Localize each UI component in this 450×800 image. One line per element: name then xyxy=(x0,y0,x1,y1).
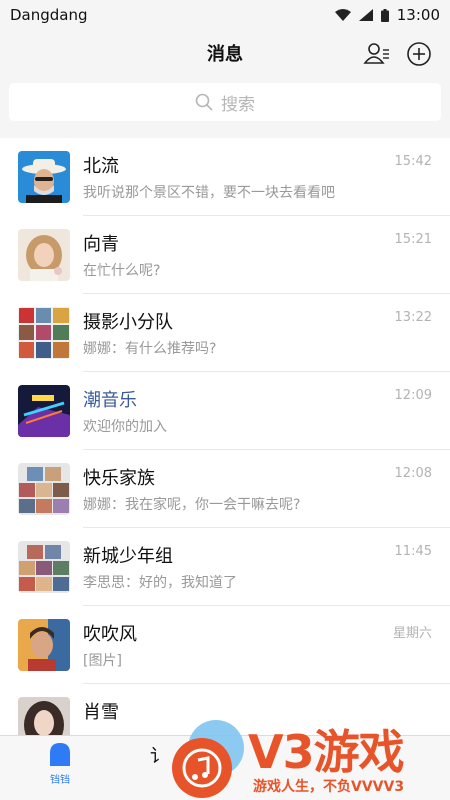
group-avatar xyxy=(18,463,70,515)
status-bar: Dangdang 13:00 xyxy=(0,0,450,30)
conversation-preview: 在忙什么呢? xyxy=(83,263,161,279)
conversation-time: 12:08 xyxy=(394,466,432,481)
conversation-item[interactable]: 新城少年组 李思思：好的，我知道了 11:45 xyxy=(0,528,450,606)
conversation-time: 15:42 xyxy=(394,154,432,169)
signal-icon xyxy=(358,9,373,21)
search-placeholder: 搜索 xyxy=(221,94,255,115)
watermark-logo-icon xyxy=(172,720,244,798)
search-input[interactable]: 搜索 xyxy=(9,83,441,121)
group-avatar xyxy=(18,307,70,359)
conversation-name: 北流 xyxy=(83,156,119,177)
conversation-name: 肖雪 xyxy=(83,702,119,723)
conversation-item[interactable]: 潮音乐 欢迎你的加入 12:09 xyxy=(0,372,450,450)
conversation-item[interactable]: 快乐家族 娜娜：我在家呢，你一会干嘛去呢? 12:08 xyxy=(0,450,450,528)
status-icons: 13:00 xyxy=(334,6,440,24)
conversation-name: 新城少年组 xyxy=(83,546,173,567)
conversation-preview: 李思思：好的，我知道了 xyxy=(83,575,237,591)
conversation-item[interactable]: 北流 我听说那个景区不错，要不一块去看看吧 15:42 xyxy=(0,138,450,216)
conversation-name: 潮音乐 xyxy=(83,390,137,411)
conversation-preview: [图片] xyxy=(83,653,122,669)
avatar xyxy=(18,619,70,671)
conversation-item[interactable]: 吹吹风 [图片] 星期六 xyxy=(0,606,450,684)
header: 消息 xyxy=(0,30,450,78)
conversation-preview: 我听说那个景区不错，要不一块去看看吧 xyxy=(83,185,335,201)
conversation-preview: 娜娜：我在家呢，你一会干嘛去呢? xyxy=(83,497,301,513)
conversation-name: 吹吹风 xyxy=(83,624,137,645)
tab-messages-label: 铛铛 xyxy=(50,775,70,786)
conversation-item[interactable]: 向青 在忙什么呢? 15:21 xyxy=(0,216,450,294)
bell-icon xyxy=(50,743,70,766)
plus-circle-icon xyxy=(407,42,431,66)
conversation-item[interactable]: 摄影小分队 娜娜：有什么推荐吗? 13:22 xyxy=(0,294,450,372)
conversation-list: 北流 我听说那个景区不错，要不一块去看看吧 15:42 向青 在忙什么呢? 15… xyxy=(0,138,450,762)
carrier-name: Dangdang xyxy=(10,6,88,24)
avatar xyxy=(18,151,70,203)
conversation-time: 12:09 xyxy=(394,388,432,403)
search-area: 搜索 xyxy=(0,78,450,138)
contacts-icon xyxy=(363,43,389,64)
search-icon xyxy=(195,93,213,111)
conversation-preview: 娜娜：有什么推荐吗? xyxy=(83,341,217,357)
conversation-time: 15:21 xyxy=(394,232,432,247)
wifi-icon xyxy=(334,9,351,21)
group-avatar xyxy=(18,541,70,593)
conversation-name: 快乐家族 xyxy=(83,468,155,489)
tab-messages[interactable]: 铛铛 xyxy=(35,742,85,786)
add-button[interactable] xyxy=(405,40,433,68)
conversation-preview: 欢迎你的加入 xyxy=(83,419,167,435)
watermark-brand: V3游戏 xyxy=(248,725,405,779)
contacts-button[interactable] xyxy=(363,40,391,68)
conversation-time: 11:45 xyxy=(394,544,432,559)
conversation-time: 星期六 xyxy=(392,626,432,641)
battery-icon xyxy=(380,8,389,22)
avatar xyxy=(18,385,70,437)
conversation-name: 向青 xyxy=(83,234,119,255)
clock: 13:00 xyxy=(396,6,440,24)
conversation-time: 13:22 xyxy=(394,310,432,325)
conversation-name: 摄影小分队 xyxy=(83,312,173,333)
watermark-slogan: 游戏人生，不负VVVV3 xyxy=(253,779,405,795)
watermark: V3游戏 游戏人生，不负VVVV3 xyxy=(158,712,450,800)
avatar xyxy=(18,229,70,281)
